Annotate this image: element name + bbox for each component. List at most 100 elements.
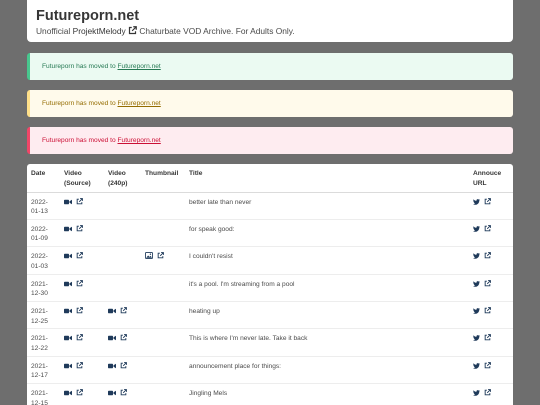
projektmelody-link[interactable]: ProjektMelody (73, 26, 126, 36)
vod-table-container: Date Video (Source) Video (240p) Thumbna… (27, 164, 513, 405)
video-camera-icon[interactable] (108, 363, 116, 373)
site-title[interactable]: Futureporn.net (36, 8, 504, 24)
announce-url-cell (469, 383, 513, 405)
date-cell: 2022-01-03 (27, 246, 60, 275)
video-source-cell (60, 301, 104, 330)
date-cell: 2021-12-30 (27, 274, 60, 303)
thumbnail-cell (141, 246, 185, 275)
external-link-icon[interactable] (120, 307, 127, 318)
col-header-video-source: Video (Source) (60, 164, 104, 193)
external-link-icon[interactable] (157, 252, 164, 263)
external-link-icon[interactable] (76, 307, 83, 318)
video-camera-icon[interactable] (64, 199, 72, 209)
col-header-date: Date (27, 164, 60, 193)
external-link-icon[interactable] (484, 252, 491, 263)
video-240p-cell (104, 356, 141, 385)
external-link-icon[interactable] (484, 225, 491, 236)
video-camera-icon[interactable] (108, 308, 116, 318)
video-camera-icon[interactable] (64, 226, 72, 236)
external-link-icon[interactable] (76, 252, 83, 263)
twitter-icon[interactable] (473, 226, 480, 236)
video-source-cell (60, 274, 104, 303)
video-source-cell (60, 356, 104, 385)
external-link-icon[interactable] (484, 279, 491, 291)
video-240p-cell (104, 246, 141, 275)
notice-text: Futureporn has moved to (42, 100, 116, 107)
title-cell: Jingling Mels (185, 383, 469, 405)
twitter-icon[interactable] (473, 308, 480, 318)
external-link-icon[interactable] (120, 389, 127, 400)
external-link-icon[interactable] (76, 334, 83, 345)
col-header-announce-url: Annouce URL (469, 164, 513, 193)
video-camera-icon[interactable] (64, 363, 72, 373)
external-link-icon[interactable] (76, 225, 83, 236)
video-source-cell (60, 383, 104, 405)
twitter-icon[interactable] (473, 280, 480, 291)
twitter-icon[interactable] (473, 335, 480, 345)
thumbnail-cell (141, 301, 185, 330)
video-source-cell (60, 328, 104, 357)
date-cell: 2021-12-15 (27, 383, 60, 405)
title-cell: better late than never (185, 192, 469, 220)
title-cell: heating up (185, 301, 469, 330)
table-row: 2021-12-17 announcement place for things: (27, 356, 513, 385)
external-link-icon[interactable] (484, 197, 491, 209)
moved-notice-danger: Futureporn has moved to Futureporn.net (27, 127, 513, 154)
date-cell: 2022-01-13 (27, 192, 60, 220)
col-header-title: Title (185, 164, 469, 193)
external-link-icon[interactable] (484, 307, 491, 318)
moved-notice-warning: Futureporn has moved to Futureporn.net (27, 90, 513, 117)
table-row: 2022-01-13 better late than never (27, 192, 513, 220)
video-camera-icon[interactable] (64, 390, 72, 400)
title-cell: for speak good: (185, 219, 469, 248)
external-link-icon[interactable] (484, 389, 491, 400)
video-240p-cell (104, 192, 141, 220)
external-link-icon[interactable] (484, 334, 491, 345)
external-link-icon[interactable] (484, 361, 491, 373)
col-header-video-240p: Video (240p) (104, 164, 141, 193)
title-cell: This is where I'm never late. Take it ba… (185, 328, 469, 357)
date-cell: 2022-01-09 (27, 219, 60, 248)
external-link-icon[interactable] (128, 26, 137, 35)
video-camera-icon[interactable] (64, 308, 72, 318)
col-header-thumbnail: Thumbnail (141, 164, 185, 193)
video-source-cell (60, 246, 104, 275)
date-cell: 2021-12-17 (27, 356, 60, 385)
table-row: 2021-12-30 it's a pool. I'm streaming fro… (27, 274, 513, 303)
twitter-icon[interactable] (473, 390, 480, 400)
moved-notice-success: Futureporn has moved to Futureporn.net (27, 53, 513, 80)
external-link-icon[interactable] (76, 361, 83, 373)
video-camera-icon[interactable] (108, 335, 116, 345)
table-header-row: Date Video (Source) Video (240p) Thumbna… (27, 164, 513, 193)
announce-url-cell (469, 219, 513, 248)
table-body: 2022-01-13 better late than never 2022-01-… (27, 192, 513, 405)
external-link-icon[interactable] (76, 389, 83, 400)
table-row: 2021-12-22 This is where I'm never late. … (27, 328, 513, 357)
external-link-icon[interactable] (76, 197, 83, 209)
external-link-icon[interactable] (120, 334, 127, 345)
video-camera-icon[interactable] (64, 335, 72, 345)
external-link-icon[interactable] (76, 279, 83, 291)
site-header: Futureporn.net Unofficial ProjektMelody … (27, 0, 513, 42)
announce-url-cell (469, 192, 513, 220)
video-240p-cell (104, 328, 141, 357)
notice-link[interactable]: Futureporn.net (118, 100, 161, 107)
site-tagline: Unofficial ProjektMelody Chaturbate VOD … (36, 26, 504, 37)
table-row: 2022-01-03 I couldn't resist (27, 246, 513, 275)
twitter-icon[interactable] (473, 362, 480, 373)
twitter-icon[interactable] (473, 198, 480, 209)
announce-url-cell (469, 328, 513, 357)
video-camera-icon[interactable] (108, 390, 116, 400)
external-link-icon[interactable] (120, 361, 127, 373)
title-cell: it's a pool. I'm streaming from a pool (185, 274, 469, 303)
notice-link[interactable]: Futureporn.net (118, 63, 161, 70)
twitter-icon[interactable] (473, 253, 480, 263)
video-camera-icon[interactable] (64, 281, 72, 291)
table-row: 2021-12-25 heating up (27, 301, 513, 330)
notice-text: Futureporn has moved to (42, 63, 116, 70)
video-camera-icon[interactable] (64, 253, 72, 263)
image-icon[interactable] (145, 252, 153, 263)
video-source-cell (60, 192, 104, 220)
notice-link[interactable]: Futureporn.net (118, 137, 161, 144)
thumbnail-cell (141, 219, 185, 248)
